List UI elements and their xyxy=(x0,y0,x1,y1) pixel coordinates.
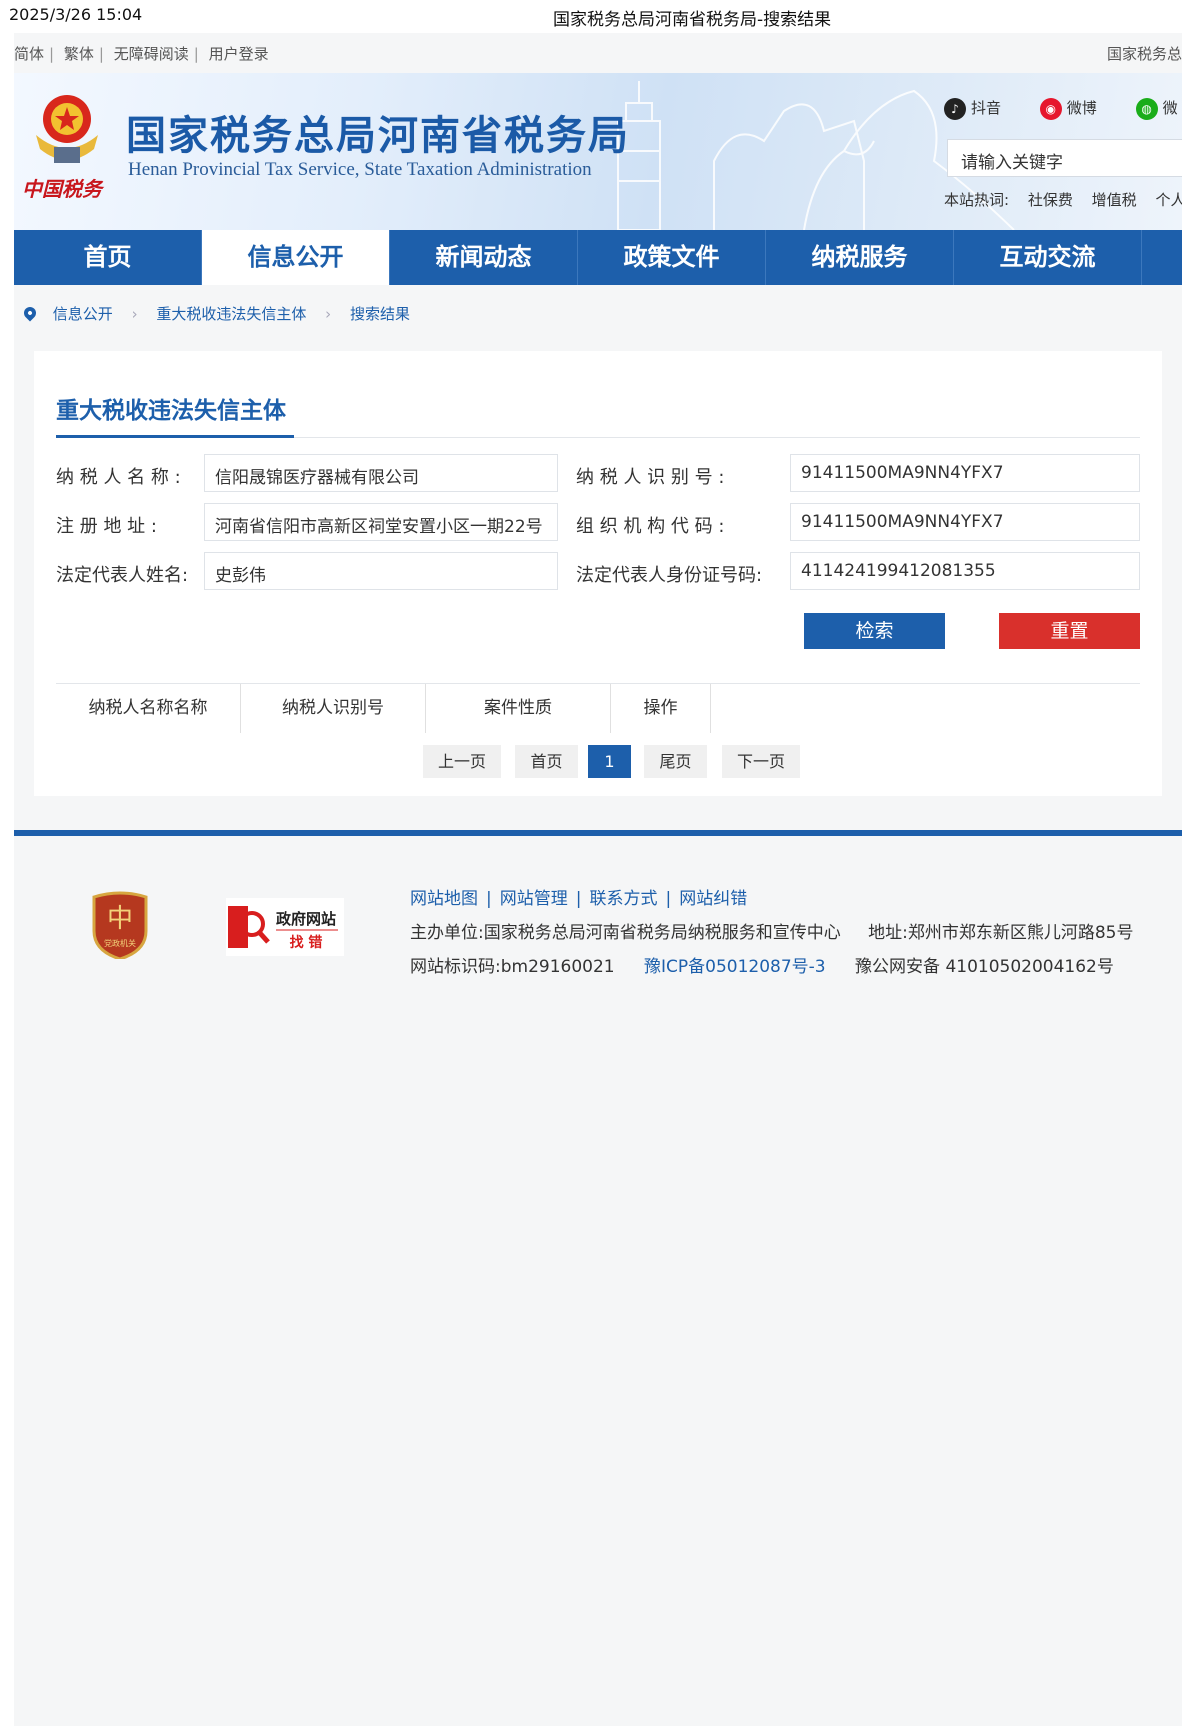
nav-info-disclosure[interactable]: 信息公开 xyxy=(202,230,390,285)
national-emblem-icon xyxy=(36,95,98,163)
footer-site-id: 网站标识码:bm29160021 xyxy=(410,957,615,977)
column-header: 纳税人名称名称 xyxy=(56,684,241,733)
legal-rep-input[interactable]: 史彭伟 xyxy=(204,552,558,590)
nav-news[interactable]: 新闻动态 xyxy=(390,230,578,285)
page: 简体 | 繁体 | 无障碍阅读 | 用户登录 国家税务总 中国税务 国家税务总局… xyxy=(14,33,1182,1726)
print-timestamp: 2025/3/26 15:04 xyxy=(9,5,143,24)
footer-links: 网站地图 | 网站管理 | 联系方式 | 网站纠错 xyxy=(410,884,747,909)
social-wechat[interactable]: ◍ 微 xyxy=(1135,97,1178,120)
chevron-right-icon: › xyxy=(131,305,138,323)
link-accessibility[interactable]: 无障碍阅读 xyxy=(114,45,189,63)
divider: | xyxy=(486,889,492,909)
legal-rep-label: 法定代表人姓名: xyxy=(56,565,189,586)
link-traditional[interactable]: 繁体 xyxy=(64,45,94,63)
footer-address: 地址:郑州市郑东新区熊儿河路85号 xyxy=(868,923,1134,943)
social-links: ♪ 抖音 ◉ 微博 ◍ 微 xyxy=(944,97,1182,120)
error-report-icon: 政府网站 找 错 xyxy=(228,906,338,951)
footer-link-sitemap[interactable]: 网站地图 xyxy=(410,889,478,909)
site-subtitle: Henan Provincial Tax Service, State Taxa… xyxy=(128,159,592,180)
search-button[interactable]: 检索 xyxy=(804,613,945,649)
column-header: 案件性质 xyxy=(426,684,611,733)
wechat-icon: ◍ xyxy=(1135,97,1158,120)
social-douyin[interactable]: ♪ 抖音 xyxy=(944,97,1001,120)
footer-link-error-report[interactable]: 网站纠错 xyxy=(679,889,747,909)
nav-policy[interactable]: 政策文件 xyxy=(578,230,766,285)
breadcrumb-item[interactable]: 重大税收违法失信主体 xyxy=(156,305,306,323)
party-government-badge-icon[interactable]: 中 党政机关 xyxy=(90,891,150,959)
taxpayer-id-label: 纳 税 人 识 别 号 : xyxy=(576,467,725,488)
link-user-login[interactable]: 用户登录 xyxy=(209,45,269,63)
svg-text:中: 中 xyxy=(107,904,133,934)
gov-site-error-report-badge[interactable]: 政府网站 找 错 xyxy=(226,898,344,956)
search-card: 重大税收违法失信主体 纳 税 人 名 称 : 信阳晟锦医疗器械有限公司 纳 税 … xyxy=(34,351,1162,796)
hotword-link[interactable]: 个人 xyxy=(1155,191,1182,209)
footer-link-contact[interactable]: 联系方式 xyxy=(589,889,657,909)
taxpayer-name-input[interactable]: 信阳晟锦医疗器械有限公司 xyxy=(204,454,558,492)
current-page-button[interactable]: 1 xyxy=(588,745,631,778)
badge2-line2: 找 错 xyxy=(290,934,323,951)
prev-page-button[interactable]: 上一页 xyxy=(423,745,501,778)
legal-rep-id-label: 法定代表人身份证号码: xyxy=(576,565,763,586)
link-simplified[interactable]: 简体 xyxy=(14,45,44,63)
site-search-input[interactable]: 请输入关键字 xyxy=(947,139,1182,177)
douyin-icon: ♪ xyxy=(944,97,966,120)
hotwords-label: 本站热词: xyxy=(944,191,1010,209)
footer-divider xyxy=(14,830,1182,836)
weibo-icon: ◉ xyxy=(1039,97,1062,120)
column-header: 操作 xyxy=(611,684,711,733)
divider: | xyxy=(665,889,672,909)
nav-interaction[interactable]: 互动交流 xyxy=(954,230,1142,285)
print-header: 2025/3/26 15:04 国家税务总局河南省税务局-搜索结果 xyxy=(0,0,1195,30)
divider: | xyxy=(98,45,104,63)
topbar-right-link[interactable]: 国家税务总 xyxy=(1107,43,1182,64)
print-page-title: 国家税务总局河南省税务局-搜索结果 xyxy=(553,10,832,30)
section-title: 重大税收违法失信主体 xyxy=(56,398,286,424)
hotword-link[interactable]: 社保费 xyxy=(1028,191,1073,209)
footer-registration-line: 网站标识码:bm29160021 豫ICP备05012087号-3 豫公网安备 … xyxy=(410,952,1114,977)
utility-bar: 简体 | 繁体 | 无障碍阅读 | 用户登录 国家税务总 xyxy=(14,33,1182,73)
hotword-link[interactable]: 增值税 xyxy=(1092,191,1137,209)
main-nav: 首页 信息公开 新闻动态 政策文件 纳税服务 互动交流 xyxy=(14,230,1182,285)
legal-rep-id-input[interactable]: 411424199412081355 xyxy=(790,552,1140,590)
badge2-line1: 政府网站 xyxy=(276,910,336,928)
footer-icp-link[interactable]: 豫ICP备05012087号-3 xyxy=(644,957,826,977)
footer-link-site-admin[interactable]: 网站管理 xyxy=(500,889,568,909)
nav-tax-service[interactable]: 纳税服务 xyxy=(766,230,954,285)
first-page-button[interactable]: 首页 xyxy=(515,745,578,778)
title-underline xyxy=(56,435,294,438)
divider: | xyxy=(49,45,55,63)
nav-home[interactable]: 首页 xyxy=(14,230,202,285)
location-pin-icon xyxy=(21,304,39,322)
emblem-caption: 中国税务 xyxy=(22,177,102,201)
breadcrumb: 信息公开 › 重大税收违法失信主体 › 搜索结果 xyxy=(21,303,410,324)
chevron-right-icon: › xyxy=(325,305,332,323)
site-title: 国家税务总局河南省税务局 xyxy=(126,112,630,159)
breadcrumb-item[interactable]: 搜索结果 xyxy=(350,305,410,323)
footer-police-record: 豫公网安备 41010502004162号 xyxy=(855,957,1114,977)
reset-button[interactable]: 重置 xyxy=(999,613,1140,649)
address-label: 注 册 地 址 : xyxy=(56,516,157,537)
last-page-button[interactable]: 尾页 xyxy=(644,745,707,778)
footer-sponsor-line: 主办单位:国家税务总局河南省税务局纳税服务和宣传中心 地址:郑州市郑东新区熊儿河… xyxy=(410,918,1134,943)
divider: | xyxy=(575,889,582,909)
social-weibo[interactable]: ◉ 微博 xyxy=(1039,97,1097,120)
site-banner: 中国税务 国家税务总局河南省税务局 Henan Provincial Tax S… xyxy=(14,73,1182,230)
address-input[interactable]: 河南省信阳市高新区祠堂安置小区一期22号 xyxy=(204,503,558,541)
taxpayer-id-input[interactable]: 91411500MA9NN4YFX7 xyxy=(790,454,1140,492)
next-page-button[interactable]: 下一页 xyxy=(722,745,800,778)
divider: | xyxy=(193,45,199,63)
footer-sponsor: 主办单位:国家税务总局河南省税务局纳税服务和宣传中心 xyxy=(410,923,841,943)
taxpayer-name-label: 纳 税 人 名 称 : xyxy=(56,467,181,488)
breadcrumb-item[interactable]: 信息公开 xyxy=(53,305,113,323)
org-code-label: 组 织 机 构 代 码 : xyxy=(576,516,725,537)
column-header: 纳税人识别号 xyxy=(241,684,426,733)
badge1-caption: 党政机关 xyxy=(104,938,136,948)
org-code-input[interactable]: 91411500MA9NN4YFX7 xyxy=(790,503,1140,541)
hot-words: 本站热词: 社保费 增值税 个人 xyxy=(944,189,1182,210)
